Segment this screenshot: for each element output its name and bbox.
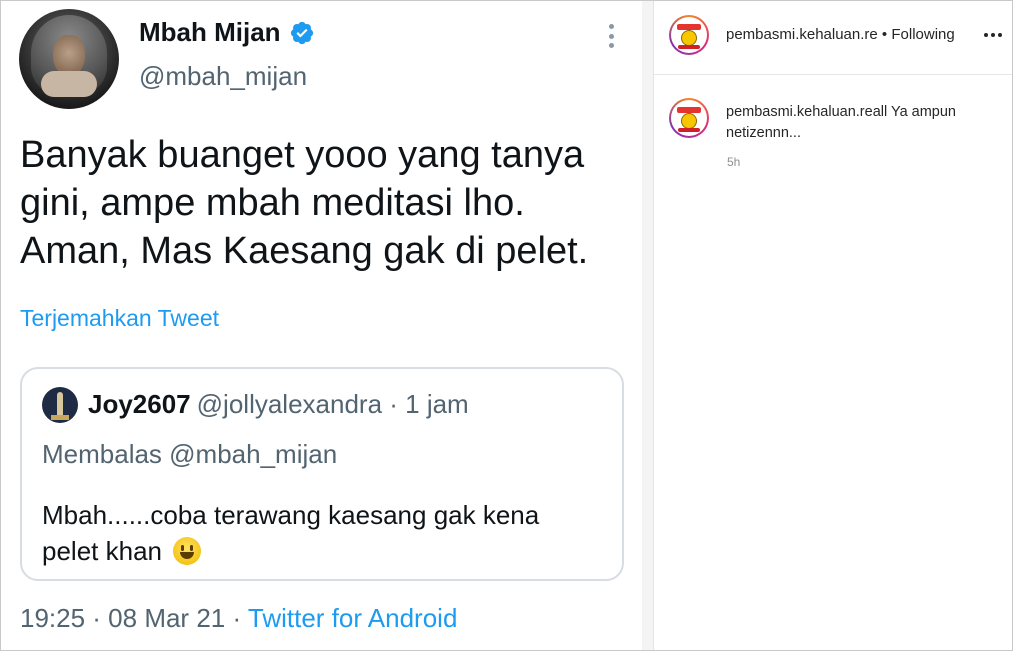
quoted-tweet-header: Joy2607 @jollyalexandra · 1 jam (88, 389, 469, 420)
quoted-author-name: Joy2607 (88, 389, 191, 419)
quoted-author-handle-time: @jollyalexandra · 1 jam (196, 389, 469, 419)
quoted-reply-to: Membalas @mbah_mijan (42, 439, 338, 469)
tweet-body: Banyak buanget yooo yang tanya gini, amp… (20, 131, 630, 275)
quoted-tweet-text: Mbah......coba terawang kaesang gak kena… (42, 497, 602, 569)
tweet-card: Mbah Mijan @mbah_mijan Banyak buanget yo… (1, 1, 642, 650)
translate-tweet-link[interactable]: Terjemahkan Tweet (20, 305, 219, 332)
instagram-panel: pembasmi.kehaluan.re • Following pembasm… (653, 1, 1012, 650)
verified-badge-icon (290, 21, 313, 44)
tweet-author-handle[interactable]: @mbah_mijan (139, 61, 307, 92)
tweet-line: Banyak buanget yooo yang tanya (20, 134, 585, 176)
caption-timestamp[interactable]: 5h (727, 155, 740, 169)
tweet-source-link[interactable]: Twitter for Android (248, 603, 458, 633)
quoted-author-avatar (42, 387, 78, 423)
author-name-text: Mbah Mijan (139, 17, 281, 47)
tweet-author-name[interactable]: Mbah Mijan (139, 17, 315, 48)
following-status[interactable]: • Following (878, 26, 955, 43)
account-avatar[interactable] (669, 15, 709, 55)
tweet-timestamp: 19:25 · 08 Mar 21 · (20, 603, 248, 633)
tweet-line: Aman, Mas Kaesang gak di pelet. (20, 230, 589, 272)
grinning-face-emoji-icon (173, 537, 202, 565)
post-header: pembasmi.kehaluan.re • Following (654, 1, 1012, 75)
quoted-line: pelet khan (42, 536, 162, 566)
more-options-icon[interactable] (984, 33, 1002, 37)
tweet-meta: 19:25 · 08 Mar 21 · Twitter for Android (20, 603, 457, 634)
quoted-line: Mbah......coba terawang kaesang gak kena (42, 500, 540, 530)
post-caption: pembasmi.kehaluan.reall Ya ampun netizen… (726, 102, 996, 144)
caption-author-avatar[interactable] (669, 98, 709, 138)
screenshot-frame: Mbah Mijan @mbah_mijan Banyak buanget yo… (0, 0, 1013, 651)
tweet-line: gini, ampe mbah meditasi lho. (20, 182, 525, 224)
post-author-username[interactable]: pembasmi.kehaluan.re (726, 26, 878, 43)
quoted-tweet[interactable]: Joy2607 @jollyalexandra · 1 jam Membalas … (20, 367, 624, 581)
more-options-icon[interactable] (601, 21, 621, 51)
tweet-image: Mbah Mijan @mbah_mijan Banyak buanget yo… (1, 1, 653, 650)
post-author: pembasmi.kehaluan.re • Following (726, 26, 955, 43)
tweet-author-avatar[interactable] (19, 9, 119, 109)
caption-author-username[interactable]: pembasmi.kehaluan.reall (726, 104, 887, 120)
